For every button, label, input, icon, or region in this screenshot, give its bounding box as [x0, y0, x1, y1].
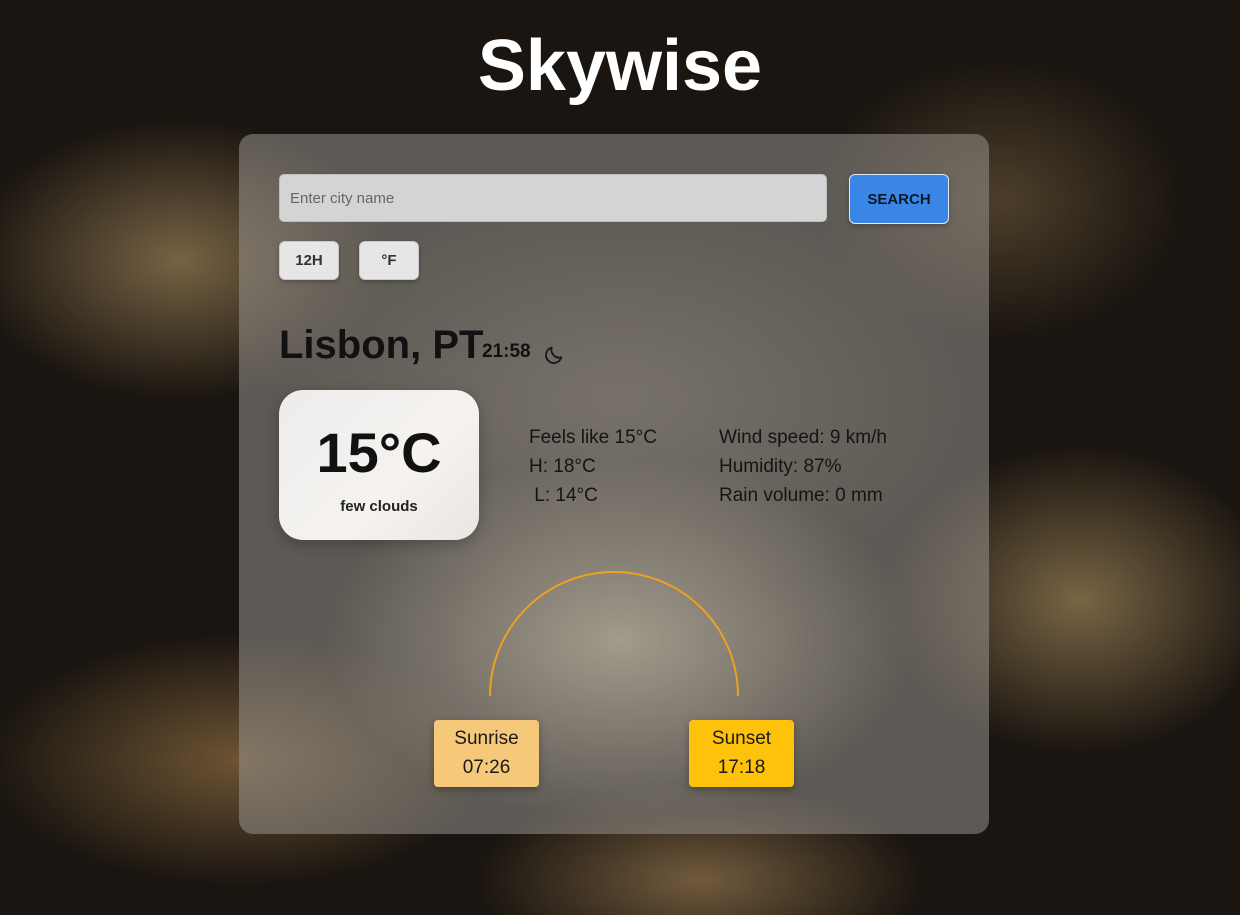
sunrise-box: Sunrise 07:26: [434, 720, 539, 787]
high-temperature: H: 18°C: [529, 456, 596, 477]
humidity: Humidity: 87%: [719, 456, 842, 477]
local-time: 21:58: [482, 341, 531, 362]
low-temperature: L: 14°C: [529, 485, 598, 506]
wind-speed: Wind speed: 9 km/h: [719, 427, 887, 448]
weather-card: SEARCH 12H °F Lisbon, PT 21:58 15°C few …: [239, 134, 989, 834]
sunrise-time: 07:26: [462, 757, 511, 778]
weather-description: few clouds: [340, 498, 418, 515]
temperature-value: 15°C: [316, 421, 442, 484]
conditions-details: Wind speed: 9 km/h Humidity: 87% Rain vo…: [719, 423, 887, 510]
sunset-time: 17:18: [717, 757, 766, 778]
city-name: Lisbon, PT: [279, 323, 484, 367]
sunset-label: Sunset: [711, 728, 772, 749]
sunset-box: Sunset 17:18: [689, 720, 794, 787]
rain-volume: Rain volume: 0 mm: [719, 485, 883, 506]
city-search-input[interactable]: [279, 174, 827, 222]
sun-path-arc: [489, 571, 739, 697]
feels-like: Feels like 15°C: [529, 427, 657, 448]
time-format-toggle[interactable]: 12H: [279, 241, 339, 280]
app-title: Skywise: [477, 26, 763, 106]
moon-icon: [543, 344, 565, 366]
sun-arc-path: [489, 571, 739, 697]
sunrise-label: Sunrise: [454, 728, 519, 749]
temperature-unit-toggle[interactable]: °F: [359, 241, 419, 280]
temperature-details: Feels like 15°C H: 18°C L: 14°C: [529, 423, 657, 510]
current-temperature-card: 15°C few clouds: [279, 390, 479, 540]
search-button[interactable]: SEARCH: [849, 174, 949, 224]
